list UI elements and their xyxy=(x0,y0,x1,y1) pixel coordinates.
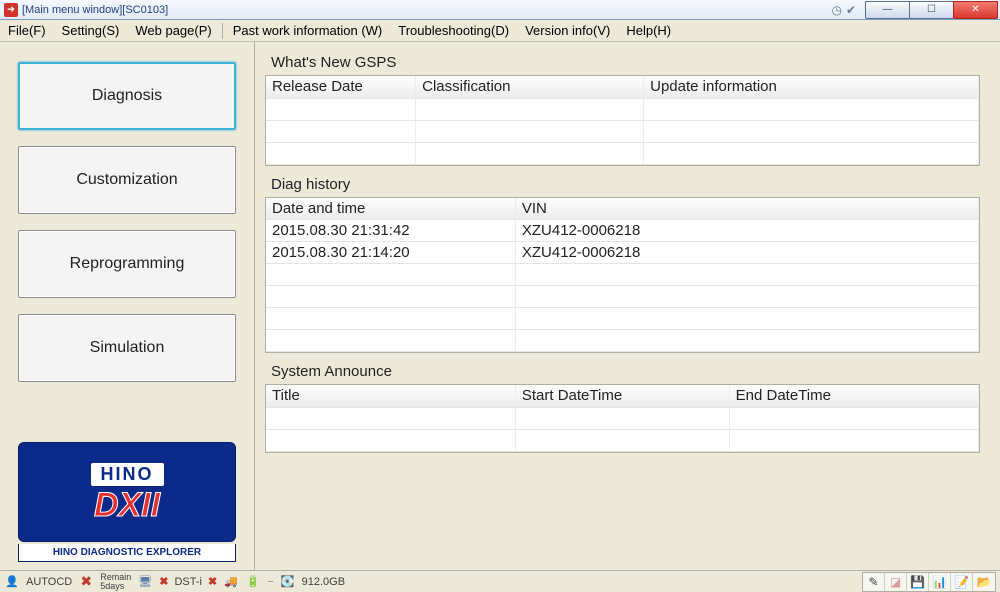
system-announce-table[interactable]: Title Start DateTime End DateTime xyxy=(266,385,979,452)
remain-icon: ✖ xyxy=(78,574,94,590)
table-row[interactable] xyxy=(266,286,979,308)
check-icon[interactable]: ✔ xyxy=(846,3,856,17)
menu-version[interactable]: Version info(V) xyxy=(517,21,618,40)
tool-edit-icon[interactable]: 📝 xyxy=(951,573,973,591)
user-icon: 👤 xyxy=(4,574,20,590)
logo-brand: HINO xyxy=(91,463,164,486)
status-disk: 912.0GB xyxy=(302,576,345,588)
logo: HINO DXII HINO DIAGNOSTIC EXPLORER xyxy=(18,442,236,562)
server-icon: 🖥 xyxy=(137,574,153,590)
diag-history-table[interactable]: Date and time VIN 2015.08.30 21:31:42 XZ… xyxy=(266,198,979,353)
table-row[interactable] xyxy=(266,407,979,429)
col-date-time[interactable]: Date and time xyxy=(266,198,515,220)
table-row[interactable]: 2015.08.30 21:31:42 XZU412-0006218 xyxy=(266,220,979,242)
dashboard-icon[interactable]: ◷ xyxy=(831,3,841,17)
menubar: File(F) Setting(S) Web page(P) Past work… xyxy=(0,20,1000,42)
tool-save-icon[interactable]: 💾 xyxy=(907,573,929,591)
x-icon: ✖ xyxy=(208,575,217,588)
menu-webpage[interactable]: Web page(P) xyxy=(127,21,219,40)
diag-history-title: Diag history xyxy=(265,172,980,197)
content-area: What's New GSPS Release Date Classificat… xyxy=(255,42,1000,570)
menu-help[interactable]: Help(H) xyxy=(618,21,679,40)
minimize-button[interactable]: — xyxy=(865,1,910,19)
sidebar-item-diagnosis[interactable]: Diagnosis xyxy=(18,62,236,130)
sidebar-item-simulation[interactable]: Simulation xyxy=(18,314,236,382)
menu-troubleshooting[interactable]: Troubleshooting(D) xyxy=(390,21,517,40)
titlebar: ➜ [Main menu window][SC0103] ◷ ✔ — ☐ ✕ xyxy=(0,0,1000,20)
truck-icon: 🚚 xyxy=(223,574,239,590)
menu-separator xyxy=(222,23,223,39)
window-title: [Main menu window][SC0103] xyxy=(22,4,831,16)
status-dst: DST-i xyxy=(174,576,202,588)
table-row[interactable]: 2015.08.30 21:14:20 XZU412-0006218 xyxy=(266,242,979,264)
disk-icon: 💽 xyxy=(280,574,296,590)
col-classification[interactable]: Classification xyxy=(416,76,644,98)
system-announce-group: System Announce Title Start DateTime End… xyxy=(265,359,980,453)
sidebar: Diagnosis Customization Reprogramming Si… xyxy=(0,42,255,570)
sidebar-item-customization[interactable]: Customization xyxy=(18,146,236,214)
system-announce-title: System Announce xyxy=(265,359,980,384)
status-remain-value: 5days xyxy=(100,581,124,591)
table-row[interactable] xyxy=(266,142,979,164)
app-icon: ➜ xyxy=(4,3,18,17)
x-icon: ✖ xyxy=(159,575,168,588)
statusbar: 👤 AUTOCD ✖ Remain 5days 🖥 ✖ DST-i ✖ 🚚 🔋 … xyxy=(0,570,1000,592)
table-row[interactable] xyxy=(266,429,979,451)
menu-pastwork[interactable]: Past work information (W) xyxy=(225,21,391,40)
tool-chart-icon[interactable]: 📊 xyxy=(929,573,951,591)
whats-new-title: What's New GSPS xyxy=(265,50,980,75)
col-end-dt[interactable]: End DateTime xyxy=(729,385,978,407)
maximize-button[interactable]: ☐ xyxy=(909,1,954,19)
col-title[interactable]: Title xyxy=(266,385,515,407)
col-start-dt[interactable]: Start DateTime xyxy=(515,385,729,407)
close-button[interactable]: ✕ xyxy=(953,1,998,19)
table-row[interactable] xyxy=(266,98,979,120)
diag-history-group: Diag history Date and time VIN 2015.08.3… xyxy=(265,172,980,354)
menu-file[interactable]: File(F) xyxy=(0,21,54,40)
menu-setting[interactable]: Setting(S) xyxy=(54,21,128,40)
table-row[interactable] xyxy=(266,264,979,286)
status-user: AUTOCD xyxy=(26,576,72,588)
logo-caption: HINO DIAGNOSTIC EXPLORER xyxy=(18,544,236,562)
tool-eraser-icon[interactable]: ◪ xyxy=(885,573,907,591)
col-vin[interactable]: VIN xyxy=(515,198,978,220)
toolbox: ✎ ◪ 💾 📊 📝 📂 xyxy=(862,572,996,592)
logo-product: DXII xyxy=(94,488,160,522)
battery-icon: 🔋 xyxy=(245,574,261,590)
tool-folder-icon[interactable]: 📂 xyxy=(973,573,995,591)
table-row[interactable] xyxy=(266,120,979,142)
cell-vin: XZU412-0006218 xyxy=(515,242,978,264)
table-row[interactable] xyxy=(266,308,979,330)
col-update-info[interactable]: Update information xyxy=(644,76,979,98)
whats-new-table[interactable]: Release Date Classification Update infor… xyxy=(266,76,979,165)
col-release-date[interactable]: Release Date xyxy=(266,76,416,98)
table-row[interactable] xyxy=(266,330,979,352)
sidebar-item-reprogramming[interactable]: Reprogramming xyxy=(18,230,236,298)
cell-vin: XZU412-0006218 xyxy=(515,220,978,242)
cell-datetime: 2015.08.30 21:14:20 xyxy=(266,242,515,264)
tool-pencil-icon[interactable]: ✎ xyxy=(863,573,885,591)
whats-new-group: What's New GSPS Release Date Classificat… xyxy=(265,50,980,166)
cell-datetime: 2015.08.30 21:31:42 xyxy=(266,220,515,242)
